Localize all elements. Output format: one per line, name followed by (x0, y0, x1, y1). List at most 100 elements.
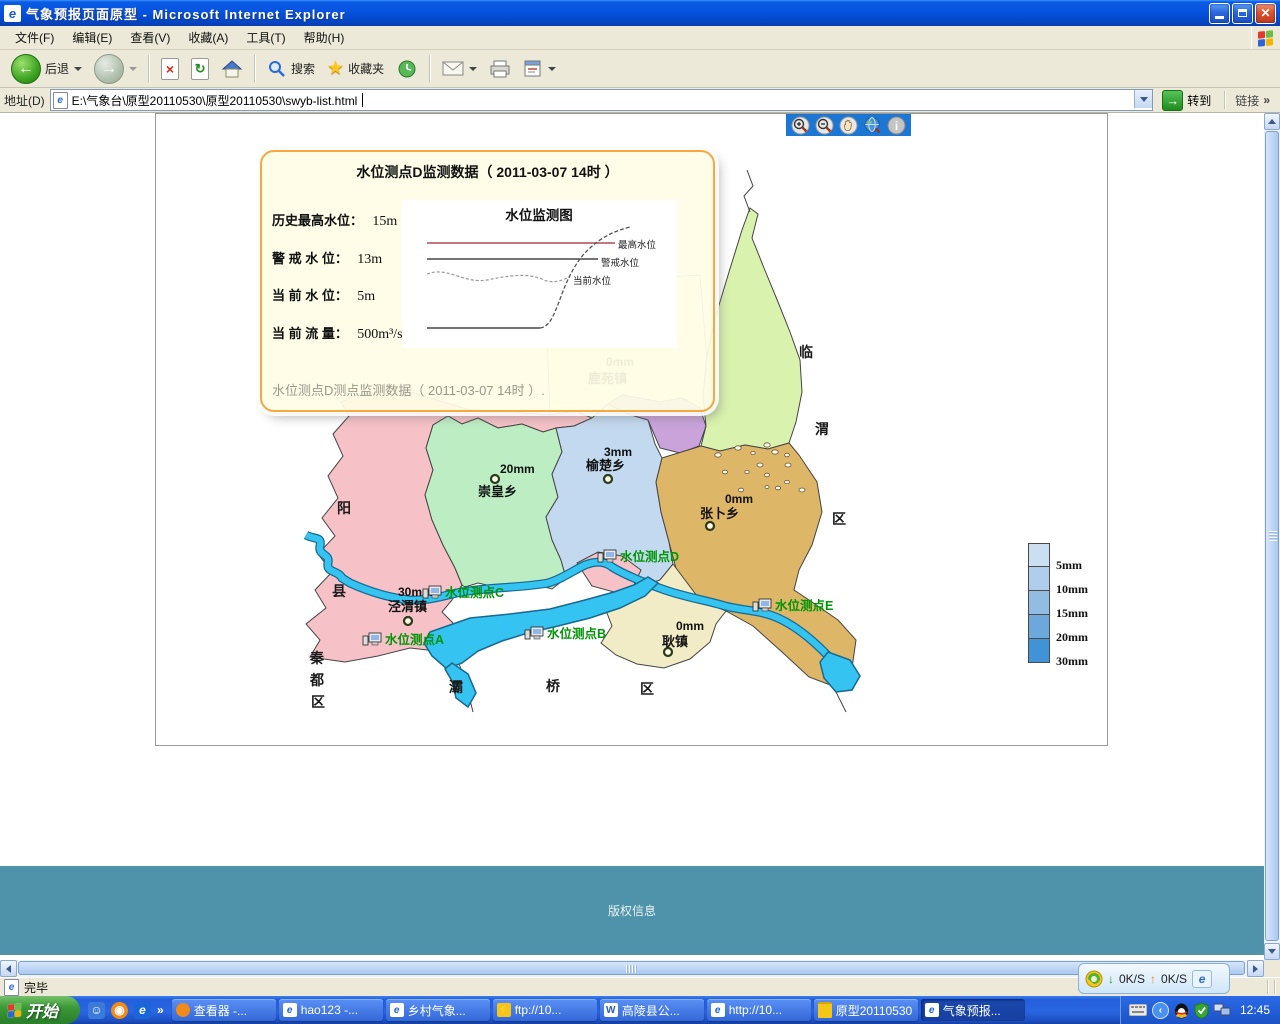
station-d[interactable]: 水位测点D (598, 549, 679, 564)
district-label: 桥 (546, 678, 561, 694)
tray-chevron-icon[interactable]: ‹ (1152, 1002, 1169, 1019)
horizontal-scroll-thumb[interactable] (18, 961, 1245, 975)
rainfall-legend: 5mm 10mm 15mm 20mm 30mm (1028, 543, 1088, 663)
home-button[interactable] (216, 56, 248, 82)
back-icon: ← (11, 54, 41, 84)
station-b[interactable]: 水位测点B (525, 626, 606, 641)
title-bar: e 气象预报页面原型 - Microsoft Internet Explorer… (0, 0, 1280, 26)
address-input[interactable]: e E:\气象台\原型20110530\原型20110530\swyb-list… (50, 89, 1154, 111)
district-label: 秦 (309, 650, 325, 666)
print-icon (489, 59, 511, 79)
legend-swatch (1028, 591, 1050, 615)
forward-dropdown-icon[interactable] (129, 67, 137, 71)
field-label: 历史最高水位： (272, 213, 363, 228)
legend-swatch (1028, 567, 1050, 591)
district-label: 临 (799, 344, 813, 360)
refresh-button[interactable]: ↻ (186, 56, 214, 82)
system-tray: ‹ 12:45 (1120, 996, 1280, 1024)
go-button[interactable]: → 转到 (1158, 89, 1215, 112)
taskbar: 开始 ☺ ◉ e » 查看器 -... e hao123 -... e 乡村气象… (0, 996, 1280, 1024)
menu-tools[interactable]: 工具(T) (237, 26, 294, 49)
back-dropdown-icon[interactable] (74, 67, 82, 71)
search-button[interactable]: 搜索 (262, 57, 320, 81)
task-viewer[interactable]: 查看器 -... (172, 999, 276, 1021)
quick-launch-chevron-icon[interactable]: » (157, 1003, 164, 1017)
zoom-out-icon[interactable] (815, 116, 834, 135)
keyboard-icon[interactable] (1129, 1004, 1147, 1016)
scroll-right-button[interactable] (1247, 960, 1264, 977)
ie-launch-icon[interactable]: e (134, 1002, 151, 1019)
station-a[interactable]: 水位测点A (363, 632, 444, 647)
download-rate: 0K/S (1119, 972, 1145, 986)
menu-file[interactable]: 文件(F) (6, 26, 63, 49)
clock[interactable]: 12:45 (1240, 1003, 1270, 1017)
station-c[interactable]: 水位测点C (423, 585, 504, 600)
river-pool (820, 652, 860, 692)
restore-button[interactable] (1232, 3, 1253, 24)
favorites-button[interactable]: ★ 收藏夹 (322, 55, 389, 82)
browser-toolbar: ← 后退 → × ↻ 搜索 ★ (0, 50, 1280, 88)
zoom-in-icon[interactable] (791, 116, 810, 135)
zoom-world-icon[interactable] (863, 116, 882, 135)
messenger-icon[interactable]: ☺ (88, 1002, 105, 1019)
ie-icon: e (390, 1003, 404, 1017)
region-northeast[interactable] (701, 208, 802, 451)
menu-favorites[interactable]: 收藏(A) (179, 26, 237, 49)
scroll-down-button[interactable] (1264, 943, 1280, 960)
task-weather-prototype[interactable]: e 气象预报... (921, 999, 1025, 1021)
pan-hand-icon[interactable] (839, 116, 858, 135)
address-bar: 地址(D) e E:\气象台\原型20110530\原型20110530\swy… (0, 88, 1280, 113)
vertical-scrollbar[interactable] (1264, 113, 1280, 960)
task-folder[interactable]: 原型20110530 (814, 999, 918, 1021)
address-dropdown-button[interactable] (1134, 90, 1152, 108)
task-label: http://10... (729, 1003, 782, 1017)
traffic-monitor-widget[interactable]: ↓ 0K/S ↑ 0K/S e (1078, 963, 1230, 994)
status-separator (1267, 980, 1269, 994)
ie-icon: e (925, 1003, 939, 1017)
mail-button[interactable] (437, 59, 482, 79)
scroll-left-button[interactable] (0, 960, 17, 977)
station-e[interactable]: 水位测点E (753, 598, 833, 613)
menu-help[interactable]: 帮助(H) (295, 26, 354, 49)
start-button[interactable]: 开始 (0, 996, 80, 1024)
svg-text:水位测点D: 水位测点D (620, 549, 679, 564)
media-app-icon[interactable]: ◉ (111, 1002, 128, 1019)
status-separator (1274, 980, 1276, 994)
forward-button[interactable]: → (89, 52, 142, 86)
scroll-up-button[interactable] (1264, 113, 1280, 130)
field-current-flow: 当 前 流 量： 500m³/s (272, 323, 403, 343)
menu-view[interactable]: 查看(V) (121, 26, 179, 49)
close-button[interactable]: ✕ (1255, 3, 1276, 24)
search-label: 搜索 (291, 60, 315, 77)
info-icon[interactable]: i (887, 116, 906, 135)
back-label: 后退 (45, 60, 69, 77)
task-rural-weather[interactable]: e 乡村气象... (386, 999, 490, 1021)
links-button[interactable]: 链接 » (1235, 92, 1276, 109)
vertical-scroll-thumb[interactable] (1265, 131, 1279, 941)
legend-swatch (1028, 543, 1050, 567)
station-data-popup[interactable]: 水位测点D监测数据（ 2011-03-07 14时 ） 历史最高水位： 15m … (260, 150, 715, 412)
history-button[interactable] (391, 56, 423, 82)
qq-icon[interactable] (1174, 1002, 1189, 1019)
task-hao123[interactable]: e hao123 -... (279, 999, 383, 1021)
legend-row: 5mm (1028, 543, 1088, 567)
task-word-doc[interactable]: W 高陵县公... (600, 999, 704, 1021)
task-ftp[interactable]: ⚡ ftp://10... (493, 999, 597, 1021)
security-shield-icon[interactable] (1194, 1002, 1209, 1019)
task-label: 查看器 -... (194, 1002, 247, 1019)
print-button[interactable] (484, 57, 516, 81)
annotation-warning: 警戒水位 (601, 257, 640, 269)
status-text: 完毕 (24, 979, 48, 996)
stop-button[interactable]: × (156, 56, 184, 82)
copyright-band: 版权信息 (0, 866, 1264, 955)
horizontal-scrollbar[interactable] (0, 960, 1264, 977)
task-http[interactable]: e http://10... (707, 999, 811, 1021)
address-separator (1224, 91, 1226, 109)
mail-dropdown-icon[interactable] (469, 67, 477, 71)
network-icon[interactable] (1214, 1003, 1231, 1017)
menu-edit[interactable]: 编辑(E) (63, 26, 121, 49)
minimize-button[interactable] (1209, 3, 1230, 24)
edit-dropdown-icon[interactable] (548, 67, 556, 71)
edit-button[interactable] (518, 57, 561, 81)
back-button[interactable]: ← 后退 (6, 52, 87, 86)
